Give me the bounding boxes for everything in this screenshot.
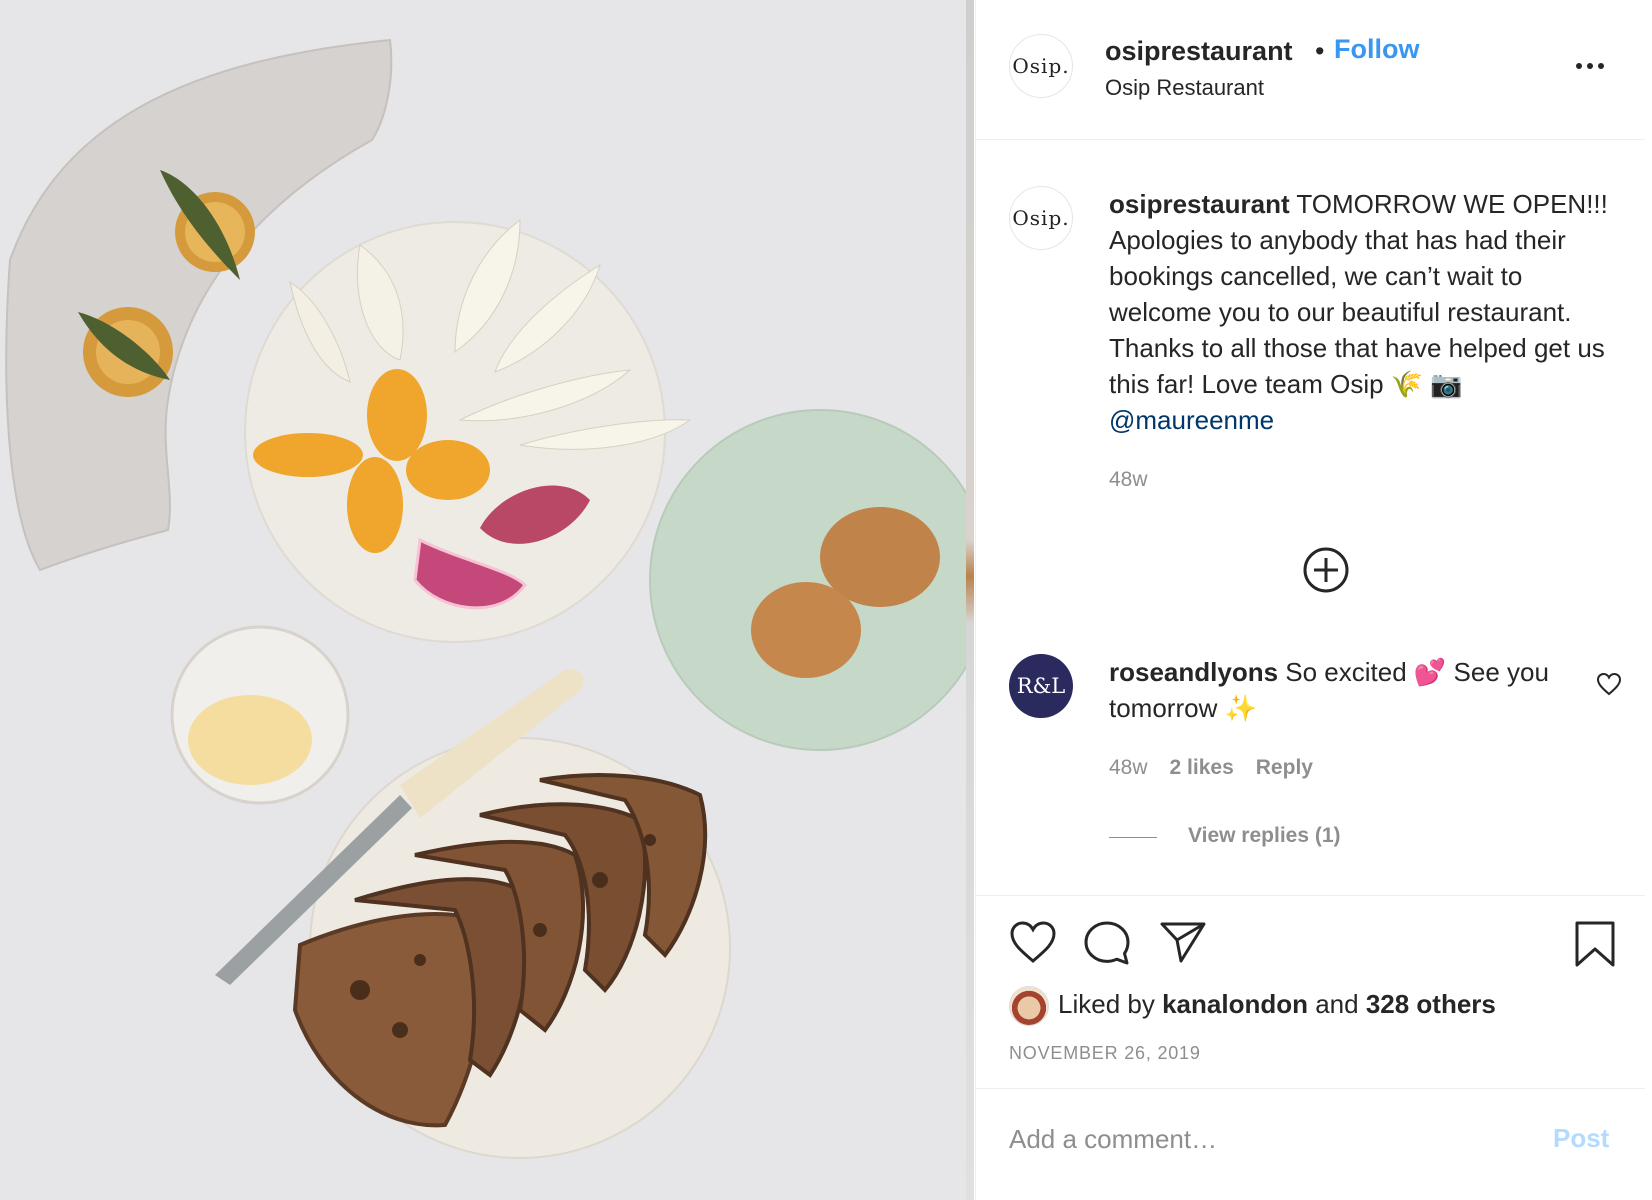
- post-date[interactable]: NOVEMBER 26, 2019: [1009, 1043, 1201, 1064]
- liker-avatar[interactable]: [1009, 986, 1049, 1026]
- comment-bubble-icon[interactable]: [1083, 920, 1131, 966]
- caption-username[interactable]: osiprestaurant: [1109, 189, 1290, 219]
- comment-likes[interactable]: 2 likes: [1170, 756, 1234, 779]
- comment-text: roseandlyons So excited 💕 See you tomorr…: [1109, 654, 1549, 726]
- heart-icon[interactable]: [1009, 920, 1057, 964]
- separator-dot: •: [1315, 36, 1325, 66]
- actions-divider: [976, 895, 1645, 896]
- post-comment-button[interactable]: Post: [1553, 1123, 1609, 1154]
- more-options-icon[interactable]: [1576, 56, 1616, 76]
- liked-by-text: Liked by kanalondon and 328 others: [1058, 989, 1496, 1020]
- caption-body: TOMORROW WE OPEN!!! Apologies to anybody…: [1109, 189, 1608, 399]
- caption-avatar[interactable]: Osip.: [1009, 186, 1073, 250]
- comment-meta: 48w 2 likes Reply: [1109, 756, 1335, 780]
- liked-by-user[interactable]: kanalondon: [1162, 989, 1308, 1019]
- author-avatar[interactable]: Osip.: [1009, 34, 1073, 98]
- liked-by-middle: and: [1307, 989, 1366, 1019]
- food-photo-illustration: [0, 0, 974, 1200]
- caption-timestamp[interactable]: 48w: [1109, 468, 1148, 492]
- post-details-panel: Osip. osiprestaurant • Follow Osip Resta…: [975, 0, 1645, 1200]
- commenter-username[interactable]: roseandlyons: [1109, 657, 1278, 687]
- follow-button[interactable]: Follow: [1334, 34, 1419, 65]
- caption-text: osiprestaurant TOMORROW WE OPEN!!! Apolo…: [1109, 186, 1609, 438]
- replies-divider: [1109, 837, 1157, 838]
- add-comment-input[interactable]: [1009, 1119, 1509, 1159]
- comment-timestamp[interactable]: 48w: [1109, 756, 1148, 779]
- bookmark-icon[interactable]: [1574, 920, 1616, 968]
- liked-by-others[interactable]: 328 others: [1366, 989, 1496, 1019]
- author-username[interactable]: osiprestaurant: [1105, 36, 1293, 67]
- liked-by-prefix: Liked by: [1058, 989, 1163, 1019]
- view-replies-button[interactable]: View replies (1): [1188, 824, 1341, 848]
- reply-button[interactable]: Reply: [1256, 756, 1313, 779]
- comment-like-heart-icon[interactable]: [1596, 672, 1622, 696]
- add-comment-bar: Post: [976, 1088, 1645, 1200]
- caption-mention[interactable]: @maureenme: [1109, 405, 1274, 435]
- post-photo[interactable]: [0, 0, 974, 1200]
- add-circle-icon[interactable]: [1302, 546, 1350, 594]
- paper-plane-icon[interactable]: [1159, 920, 1207, 964]
- adjacent-image-edge: [966, 0, 974, 1200]
- commenter-avatar[interactable]: R&L: [1009, 654, 1073, 718]
- post-location[interactable]: Osip Restaurant: [1105, 75, 1264, 101]
- post-header: Osip. osiprestaurant • Follow Osip Resta…: [976, 0, 1645, 140]
